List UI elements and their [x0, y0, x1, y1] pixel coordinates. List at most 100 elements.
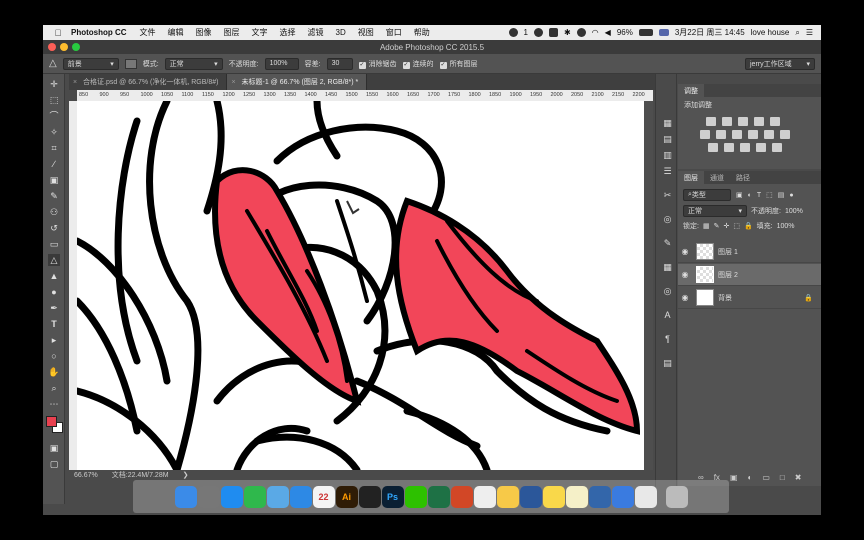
lock-all-icon[interactable]: 🔒 — [744, 222, 753, 230]
zoom-level[interactable]: 66.67% — [74, 472, 98, 479]
eraser-tool-icon[interactable]: ▭ — [48, 238, 60, 250]
wechat-icon[interactable] — [508, 28, 518, 37]
lock-artboard-icon[interactable]: ⬚ — [733, 222, 740, 230]
color-panel-icon[interactable]: ▦ — [662, 118, 673, 129]
layer-row-3[interactable]: ◉ 背景 🔒 — [678, 287, 821, 309]
filter-shape-icon[interactable]: ⬚ — [766, 191, 773, 199]
tab-layers[interactable]: 图层 — [678, 171, 704, 184]
input-source-flag-icon[interactable] — [658, 29, 669, 36]
visibility-eye-icon[interactable]: ◉ — [678, 247, 692, 256]
bluetooth-icon[interactable]: ✱ — [564, 28, 571, 37]
battery-icon[interactable] — [638, 29, 653, 36]
volume-icon[interactable]: ◀ — [605, 28, 611, 37]
tab-document-1[interactable]: × 合格证.psd @ 66.7% (净化一体机, RGB/8#) — [69, 74, 228, 90]
quick-mask-icon[interactable]: ▣ — [48, 442, 60, 454]
threshold-icon[interactable] — [740, 143, 750, 152]
add-mask-icon[interactable]: ▣ — [730, 473, 738, 482]
notification-list-icon[interactable]: ☰ — [806, 28, 813, 37]
lock-icon[interactable]: 🔒 — [804, 294, 813, 302]
lock-transparent-icon[interactable]: ▦ — [703, 222, 710, 230]
clone-source-icon[interactable]: ◎ — [662, 214, 673, 225]
dock-illustrator-icon[interactable]: Ai — [335, 485, 358, 508]
dock-baidu-netdisk-icon[interactable] — [611, 485, 634, 508]
dock-wechat-icon[interactable] — [404, 485, 427, 508]
channels-panel-icon[interactable]: ◎ — [662, 286, 673, 297]
history-brush-tool-icon[interactable]: ↺ — [48, 222, 60, 234]
vibrance-icon[interactable] — [770, 117, 780, 126]
layer-row-1[interactable]: ◉ 图层 1 — [678, 241, 821, 263]
fill-source-select[interactable]: 前景 ▾ — [62, 57, 119, 70]
gradient-map-icon[interactable] — [756, 143, 766, 152]
canvas-scroll-gutter[interactable] — [644, 101, 653, 470]
path-selection-tool-icon[interactable]: ▸ — [48, 334, 60, 346]
blend-mode-select[interactable]: 正常 ▾ — [683, 205, 747, 217]
menu-filter[interactable]: 滤镜 — [308, 27, 324, 38]
flower-icon[interactable] — [548, 28, 558, 37]
wifi-icon[interactable]: ◠ — [592, 28, 599, 37]
apple-icon[interactable]:  — [51, 28, 65, 38]
close-icon[interactable]: × — [231, 79, 235, 86]
layer-filter-select[interactable]: ⌕ 类型 — [683, 189, 731, 201]
dock-stickies-icon[interactable] — [542, 485, 565, 508]
menu-edit[interactable]: 编辑 — [168, 27, 184, 38]
dock-photos-icon[interactable] — [496, 485, 519, 508]
screen-mode-icon[interactable]: ▢ — [48, 458, 60, 470]
brush-tool-icon[interactable]: ✎ — [48, 190, 60, 202]
menu-type[interactable]: 文字 — [252, 27, 268, 38]
zoom-window-icon[interactable] — [72, 43, 80, 51]
paint-bucket-tool-preset-icon[interactable]: △ — [49, 58, 57, 69]
curves-icon[interactable] — [738, 117, 748, 126]
menu-help[interactable]: 帮助 — [414, 27, 430, 38]
dock-chrome-icon[interactable] — [634, 485, 657, 508]
grid-panel-icon[interactable]: ▦ — [662, 262, 673, 273]
filter-adjustment-icon[interactable]: ◐ — [748, 192, 752, 199]
levels-icon[interactable] — [722, 117, 732, 126]
photo-filter-icon[interactable] — [748, 130, 758, 139]
color-balance-icon[interactable] — [716, 130, 726, 139]
layer-name[interactable]: 背景 — [718, 293, 732, 303]
dock-facetime-icon[interactable] — [243, 485, 266, 508]
foreground-color-swatch[interactable] — [46, 416, 57, 427]
menubar-user[interactable]: love house — [751, 28, 790, 37]
libraries-panel-icon[interactable]: ▥ — [662, 150, 673, 161]
invert-icon[interactable] — [708, 143, 718, 152]
fill-value[interactable]: 100% — [777, 223, 795, 230]
filter-smart-object-icon[interactable]: ▤ — [778, 191, 785, 199]
close-window-icon[interactable] — [48, 43, 56, 51]
character-panel-icon[interactable]: A — [662, 310, 673, 321]
new-layer-icon[interactable]: □ — [780, 473, 785, 482]
swatches-panel-icon[interactable]: ▤ — [662, 134, 673, 145]
channel-mixer-icon[interactable] — [764, 130, 774, 139]
menu-3d[interactable]: 3D — [336, 28, 346, 37]
menu-layer[interactable]: 图层 — [224, 27, 240, 38]
color-lookup-icon[interactable] — [780, 130, 790, 139]
clock-icon[interactable] — [576, 28, 586, 37]
tab-adjustments[interactable]: 调整 — [678, 84, 704, 97]
adjustment-layer-icon[interactable]: ◐ — [748, 473, 753, 482]
battery-percent[interactable]: 96% — [617, 28, 633, 37]
minimize-window-icon[interactable] — [60, 43, 68, 51]
exposure-icon[interactable] — [754, 117, 764, 126]
filter-type-icon[interactable]: T — [757, 192, 761, 199]
healing-brush-tool-icon[interactable]: ▣ — [48, 174, 60, 186]
filter-pixel-icon[interactable]: ▣ — [736, 191, 743, 199]
new-group-icon[interactable]: ▭ — [762, 473, 770, 482]
layer-opacity-value[interactable]: 100% — [785, 208, 803, 215]
black-white-icon[interactable] — [732, 130, 742, 139]
dock-notes-icon[interactable] — [565, 485, 588, 508]
dock-calendar-icon[interactable]: 22 — [312, 485, 335, 508]
lasso-tool-icon[interactable]: ⌒ — [48, 110, 60, 122]
menu-file[interactable]: 文件 — [140, 27, 156, 38]
tolerance-input[interactable]: 30 — [326, 57, 353, 70]
dock-word-icon[interactable] — [519, 485, 542, 508]
tab-document-2[interactable]: × 未标题-1 @ 66.7% (图层 2, RGB/8*) * — [227, 74, 368, 90]
stamp-tool-icon[interactable]: ⚇ — [48, 206, 60, 218]
dock-quicktime-icon[interactable] — [588, 485, 611, 508]
close-icon[interactable]: × — [73, 79, 77, 86]
dock-app-store-icon[interactable] — [220, 485, 243, 508]
layer-row-2[interactable]: ◉ 图层 2 — [678, 264, 821, 286]
mode-select[interactable]: 正常 ▾ — [164, 57, 223, 70]
dock-excel-icon[interactable] — [427, 485, 450, 508]
dock-qq-icon[interactable] — [358, 485, 381, 508]
swatch-pattern-icon[interactable] — [124, 58, 137, 69]
